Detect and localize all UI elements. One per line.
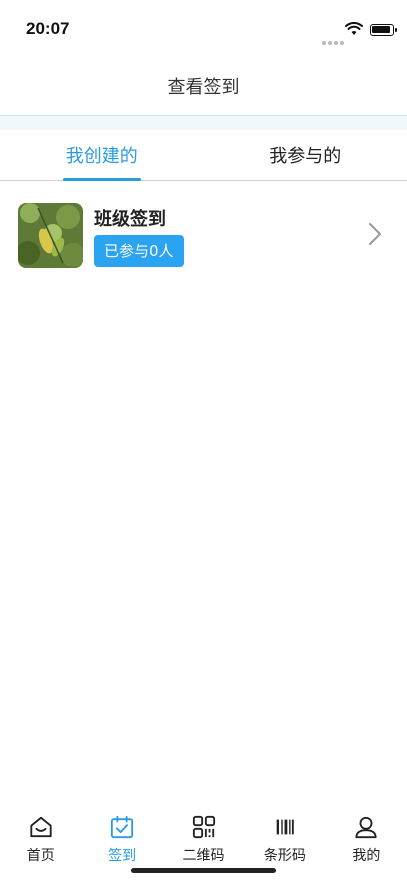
item-title: 班级签到	[94, 209, 166, 230]
tabbar-item-checkin[interactable]: 签到	[81, 803, 162, 865]
nav-bar: 查看签到	[0, 56, 407, 116]
qrcode-icon	[192, 815, 215, 839]
tab-joined[interactable]: 我参与的	[204, 130, 407, 180]
status-bar: 20:07	[0, 0, 407, 56]
tabbar-label: 首页	[26, 848, 55, 864]
chevron-right-icon	[369, 223, 381, 245]
battery-icon	[370, 24, 397, 36]
home-indicator	[131, 868, 276, 873]
tabbar-label: 签到	[108, 848, 137, 864]
tab-created[interactable]: 我创建的	[0, 130, 204, 180]
segment-tabs: 我创建的 我参与的	[0, 130, 407, 181]
participant-badge: 已参与0人	[94, 235, 184, 267]
user-icon	[355, 816, 377, 839]
tabbar-item-home[interactable]: 首页	[0, 803, 81, 865]
tabbar-item-barcode[interactable]: 条形码	[244, 803, 325, 865]
wifi-icon	[345, 22, 363, 35]
page-title: 查看签到	[167, 76, 240, 98]
tabbar-label: 我的	[352, 848, 381, 864]
home-icon	[30, 816, 52, 838]
status-time: 20:07	[26, 19, 70, 38]
signal-icon	[322, 30, 346, 49]
calendar-check-icon	[111, 815, 134, 839]
bottom-tab-bar: 首页 签到 二维码 条形码 我的	[0, 803, 407, 883]
item-thumbnail	[18, 203, 83, 268]
divider-strip	[0, 116, 407, 130]
tabbar-item-profile[interactable]: 我的	[326, 803, 407, 865]
barcode-icon	[276, 819, 294, 835]
tabbar-item-qrcode[interactable]: 二维码	[163, 803, 244, 865]
tabbar-label: 二维码	[182, 848, 225, 864]
tabbar-label: 条形码	[263, 848, 306, 864]
list-item[interactable]: 班级签到 已参与0人	[0, 196, 407, 276]
